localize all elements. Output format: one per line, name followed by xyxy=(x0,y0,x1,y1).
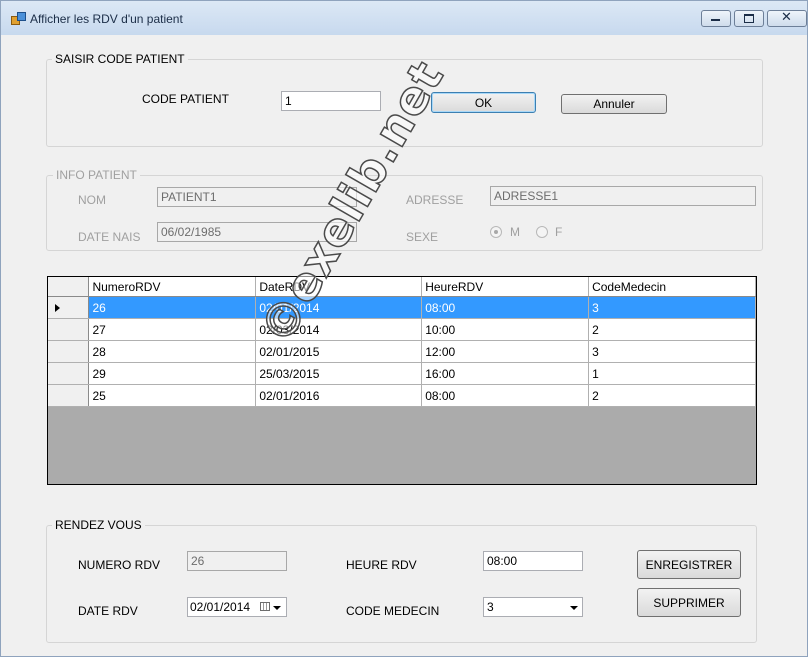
close-icon: ✕ xyxy=(781,10,792,25)
title-bar[interactable]: Afficher les RDV d'un patient ✕ xyxy=(1,1,807,35)
cell-medecin[interactable]: 1 xyxy=(588,362,756,385)
cell-heure[interactable]: 10:00 xyxy=(421,318,590,341)
cell-medecin[interactable]: 3 xyxy=(588,296,756,319)
cell-medecin[interactable]: 3 xyxy=(588,340,756,363)
grid-header-row: NumeroRDV DateRDV HeureRDV CodeMedecin xyxy=(48,277,756,297)
app-window: Afficher les RDV d'un patient ✕ SAISIR C… xyxy=(0,0,808,657)
date-rdv-picker[interactable]: 02/01/2014 xyxy=(187,597,287,617)
info-legend: INFO PATIENT xyxy=(53,168,140,182)
nom-label: NOM xyxy=(78,193,106,207)
cell-heure[interactable]: 08:00 xyxy=(421,384,590,407)
adresse-field xyxy=(490,186,756,206)
heure-rdv-input[interactable] xyxy=(483,551,583,571)
cell-heure[interactable]: 12:00 xyxy=(421,340,590,363)
sexe-m-label: M xyxy=(510,225,520,239)
sexe-f-label: F xyxy=(555,225,563,239)
cell-heure[interactable]: 16:00 xyxy=(421,362,590,385)
app-icon xyxy=(11,12,26,25)
window-title: Afficher les RDV d'un patient xyxy=(30,12,183,26)
code-patient-label: CODE PATIENT xyxy=(142,92,229,106)
code-medecin-label: CODE MEDECIN xyxy=(346,604,440,618)
heure-rdv-label: HEURE RDV xyxy=(346,558,417,572)
cell-medecin[interactable]: 2 xyxy=(588,318,756,341)
sexe-f-radio[interactable] xyxy=(536,226,548,238)
annuler-button[interactable]: Annuler xyxy=(561,94,667,114)
cell-numero[interactable]: 28 xyxy=(88,340,257,363)
table-row[interactable]: 26 02/01/2014 08:00 3 xyxy=(48,296,756,319)
maximize-icon xyxy=(744,14,754,23)
minimize-button[interactable] xyxy=(701,10,731,27)
cell-heure[interactable]: 08:00 xyxy=(421,296,590,319)
row-header[interactable] xyxy=(48,384,90,407)
chevron-down-icon[interactable] xyxy=(570,606,578,610)
row-pointer-icon xyxy=(55,303,60,312)
date-rdv-label: DATE RDV xyxy=(78,604,138,618)
table-row[interactable]: 29 25/03/2015 16:00 1 xyxy=(48,362,756,385)
enregistrer-button[interactable]: ENREGISTRER xyxy=(637,550,741,579)
header-numero-rdv[interactable]: NumeroRDV xyxy=(88,277,257,297)
ok-button[interactable]: OK xyxy=(431,92,536,113)
rdv-legend: RENDEZ VOUS xyxy=(52,518,145,532)
numero-rdv-label: NUMERO RDV xyxy=(78,558,161,572)
header-code-medecin[interactable]: CodeMedecin xyxy=(588,277,756,297)
table-row[interactable]: 25 02/01/2016 08:00 2 xyxy=(48,384,756,407)
saisir-legend: SAISIR CODE PATIENT xyxy=(52,52,188,66)
table-row[interactable]: 27 02/03/2014 10:00 2 xyxy=(48,318,756,341)
code-patient-input[interactable] xyxy=(281,91,381,111)
cell-numero[interactable]: 27 xyxy=(88,318,257,341)
calendar-icon[interactable] xyxy=(260,602,270,611)
date-rdv-value: 02/01/2014 xyxy=(190,600,251,614)
code-medecin-select[interactable]: 3 xyxy=(483,597,583,617)
row-header[interactable] xyxy=(48,318,90,341)
code-medecin-value: 3 xyxy=(487,600,494,614)
table-row[interactable]: 28 02/01/2015 12:00 3 xyxy=(48,340,756,363)
supprimer-button[interactable]: SUPPRIMER xyxy=(637,588,741,617)
chevron-down-icon[interactable] xyxy=(273,606,281,610)
row-header[interactable] xyxy=(48,362,90,385)
rdv-table: NumeroRDV DateRDV HeureRDV CodeMedecin 2… xyxy=(48,277,756,407)
cell-date[interactable]: 25/03/2015 xyxy=(255,362,423,385)
close-button[interactable]: ✕ xyxy=(767,10,807,27)
row-header[interactable] xyxy=(48,296,90,319)
cell-medecin[interactable]: 2 xyxy=(588,384,756,407)
numero-rdv-field xyxy=(187,551,287,571)
sexe-m-radio[interactable] xyxy=(490,226,502,238)
date-nais-label: DATE NAIS xyxy=(78,230,141,244)
maximize-button[interactable] xyxy=(734,10,764,27)
cell-numero[interactable]: 29 xyxy=(88,362,257,385)
rdv-data-grid[interactable]: NumeroRDV DateRDV HeureRDV CodeMedecin 2… xyxy=(47,276,757,485)
grid-corner-cell[interactable] xyxy=(48,277,90,297)
sexe-label: SEXE xyxy=(406,230,439,244)
minimize-icon xyxy=(711,19,720,21)
cell-date[interactable]: 02/01/2016 xyxy=(255,384,423,407)
rendez-vous-group xyxy=(46,525,757,643)
row-header[interactable] xyxy=(48,340,90,363)
adresse-label: ADRESSE xyxy=(406,193,464,207)
cell-numero[interactable]: 25 xyxy=(88,384,257,407)
header-heure-rdv[interactable]: HeureRDV xyxy=(421,277,590,297)
cell-numero[interactable]: 26 xyxy=(88,296,257,319)
